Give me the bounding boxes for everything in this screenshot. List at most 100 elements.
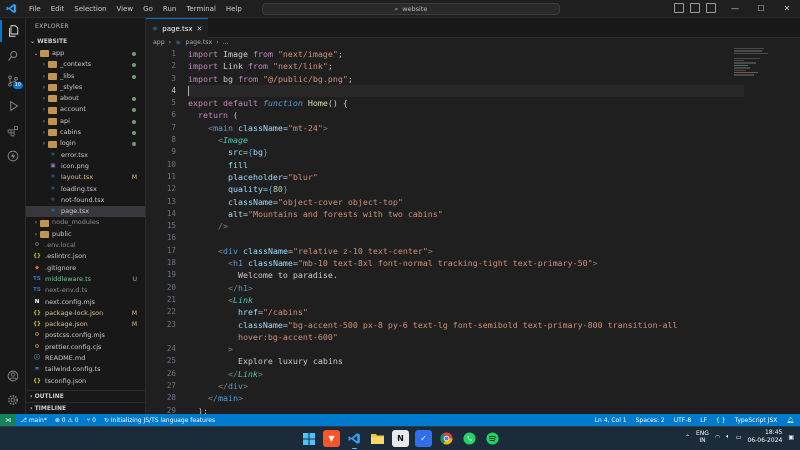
close-icon[interactable]: ✕ xyxy=(197,25,203,33)
code-line[interactable]: > xyxy=(188,343,748,355)
search-icon[interactable] xyxy=(0,45,26,67)
run-debug-icon[interactable] xyxy=(0,95,26,117)
code-line[interactable]: import Link from "next/link"; xyxy=(188,60,748,72)
language-mode[interactable]: TypeScript JSX xyxy=(735,417,778,424)
windows-start-icon[interactable] xyxy=(300,430,317,447)
file-item[interactable]: TS next-env.d.ts xyxy=(26,285,145,296)
branch-indicator[interactable]: ⎇ main* xyxy=(20,417,47,424)
code-line[interactable]: href="/cabins" xyxy=(188,306,748,318)
encoding[interactable]: UTF-8 xyxy=(674,417,692,424)
file-item[interactable]: ⚛ error.tsx xyxy=(26,150,145,161)
problems-indicator[interactable]: ⊗ 0 ⚠ 0 xyxy=(55,417,79,424)
brave-browser-icon[interactable]: ▼ xyxy=(323,430,340,447)
code-line[interactable]: import bg from "@/public/bg.png"; xyxy=(188,73,748,85)
workspace-root[interactable]: ⌄ WEBSITE xyxy=(26,36,145,48)
vscode-taskbar-icon[interactable] xyxy=(346,430,363,449)
file-item[interactable]: ⚛ page.tsx xyxy=(26,206,145,218)
spotify-icon[interactable] xyxy=(484,430,501,447)
folder-item[interactable]: › public xyxy=(26,229,145,240)
notion-icon[interactable]: N xyxy=(392,430,409,447)
code-line[interactable]: src={bg} xyxy=(188,146,748,158)
code-line[interactable]: </Link> xyxy=(188,368,748,380)
todo-checkmark-icon[interactable]: ✓ xyxy=(415,430,432,447)
file-item[interactable]: ◆ .gitignore xyxy=(26,263,145,274)
code-line[interactable]: quality={80} xyxy=(188,183,748,195)
code-line[interactable]: </div> xyxy=(188,380,748,392)
folder-item[interactable]: › login xyxy=(26,138,145,149)
code-line[interactable]: export default function Home() { xyxy=(188,97,748,109)
folder-item[interactable]: › account xyxy=(26,104,145,115)
folder-item[interactable]: ⌄ app xyxy=(26,48,145,59)
extensions-icon[interactable] xyxy=(0,120,26,142)
code-line[interactable]: <main className="mt-24"> xyxy=(188,122,748,134)
file-item[interactable]: ⚙ postcss.config.mjs xyxy=(26,330,145,341)
menu-item-edit[interactable]: Edit xyxy=(46,5,70,13)
remote-indicator-icon[interactable]: ⋊ xyxy=(0,414,16,426)
source-control-icon[interactable]: 10 xyxy=(0,70,26,92)
code-editor[interactable]: 1 2 3 4 5 6 7 8 9 10 11 12 13 14 15 16 17 18 19 20 21 22 23 24 2… xyxy=(146,48,800,416)
folder-item[interactable]: › node_modules xyxy=(26,217,145,228)
code-line[interactable]: fill xyxy=(188,159,748,171)
notifications-bell-icon[interactable]: 🔔︎ xyxy=(786,417,794,424)
code-line[interactable]: return ( xyxy=(188,109,748,121)
file-item[interactable]: {} package.json M xyxy=(26,319,145,330)
file-item[interactable]: Nnext.config.mjs xyxy=(26,297,145,308)
chrome-icon[interactable] xyxy=(438,430,455,447)
file-item[interactable]: ⚙ prettier.config.cjs xyxy=(26,342,145,353)
account-icon[interactable] xyxy=(0,365,26,387)
tab-page-tsx[interactable]: ⚛ page.tsx ✕ xyxy=(146,18,208,38)
file-item[interactable]: {} .eslintrc.json xyxy=(26,251,145,262)
file-item[interactable]: ≈ tailwind.config.ts xyxy=(26,364,145,375)
code-line[interactable]: className="bg-accent-500 px-8 py-6 text-… xyxy=(188,319,748,331)
file-item[interactable]: ⚙ .env.local xyxy=(26,240,145,251)
outline-section[interactable]: › OUTLINE xyxy=(26,390,146,402)
ports-indicator[interactable]: ⑂ 0 xyxy=(87,417,96,424)
toggle-panel-icon[interactable] xyxy=(690,3,700,13)
folder-item[interactable]: › _contexts xyxy=(26,59,145,70)
toggle-secondary-sidebar-icon[interactable] xyxy=(706,3,716,13)
code-line[interactable]: Explore luxury cabins xyxy=(188,355,748,367)
lightning-extension-icon[interactable] xyxy=(0,145,26,167)
code-line[interactable]: <div className="relative z-10 text-cente… xyxy=(188,245,748,257)
code-line[interactable] xyxy=(188,232,748,244)
file-item[interactable]: ⚛ not-found.tsx xyxy=(26,195,145,206)
code-line[interactable]: alt="Mountains and forests with two cabi… xyxy=(188,208,748,220)
minimize-icon[interactable]: — xyxy=(722,0,748,18)
file-item[interactable]: ⚛ loading.tsx xyxy=(26,184,145,195)
code-line[interactable]: hover:bg-accent-600" xyxy=(188,331,748,343)
code-line[interactable]: /> xyxy=(188,220,748,232)
vertical-scrollbar[interactable] xyxy=(788,48,798,414)
chevron-up-icon[interactable]: ⌃ xyxy=(685,434,690,441)
file-item[interactable]: ⓘ README.md xyxy=(26,353,145,364)
language-indicator[interactable]: ENG IN xyxy=(696,430,709,444)
file-explorer-icon[interactable] xyxy=(369,430,386,447)
whatsapp-icon[interactable] xyxy=(461,430,478,447)
battery-icon[interactable]: ▭ xyxy=(736,434,742,441)
code-line[interactable]: </main> xyxy=(188,392,748,404)
command-center-search[interactable]: ⌕ website xyxy=(262,3,560,15)
breadcrumb-item-symbol[interactable]: ... xyxy=(223,38,229,48)
menu-item-help[interactable]: Help xyxy=(221,5,247,13)
language-status[interactable]: ↻ Initializing JS/TS language features xyxy=(104,417,215,424)
clock[interactable]: 18:45 06-06-2024 xyxy=(747,429,782,445)
file-item[interactable]: {} package-lock.json M xyxy=(26,308,145,319)
code-line[interactable]: placeholder="blur" xyxy=(188,171,748,183)
menu-item-go[interactable]: Go xyxy=(138,5,158,13)
folder-item[interactable]: › _libs xyxy=(26,71,145,82)
volume-icon[interactable]: 🔈︎ xyxy=(726,433,730,441)
folder-item[interactable]: › _styles xyxy=(26,82,145,93)
folder-item[interactable]: › api xyxy=(26,116,145,127)
menu-item-view[interactable]: View xyxy=(112,5,139,13)
code-line[interactable] xyxy=(188,84,744,98)
close-window-icon[interactable]: ✕ xyxy=(774,0,800,18)
cursor-position[interactable]: Ln 4, Col 1 xyxy=(595,417,627,424)
file-item[interactable]: TS middleware.ts U xyxy=(26,274,145,285)
notification-center-icon[interactable]: ▣ xyxy=(788,434,794,441)
code-line[interactable]: <h1 className="mb-10 text-8xl font-norma… xyxy=(188,257,748,269)
maximize-icon[interactable]: ☐ xyxy=(748,0,774,18)
settings-gear-icon[interactable] xyxy=(0,389,26,411)
end-of-line[interactable]: LF xyxy=(700,417,707,424)
menu-item-file[interactable]: File xyxy=(24,5,46,13)
language-braces[interactable]: { } xyxy=(716,417,726,424)
code-line[interactable]: import Image from "next/image"; xyxy=(188,48,748,60)
